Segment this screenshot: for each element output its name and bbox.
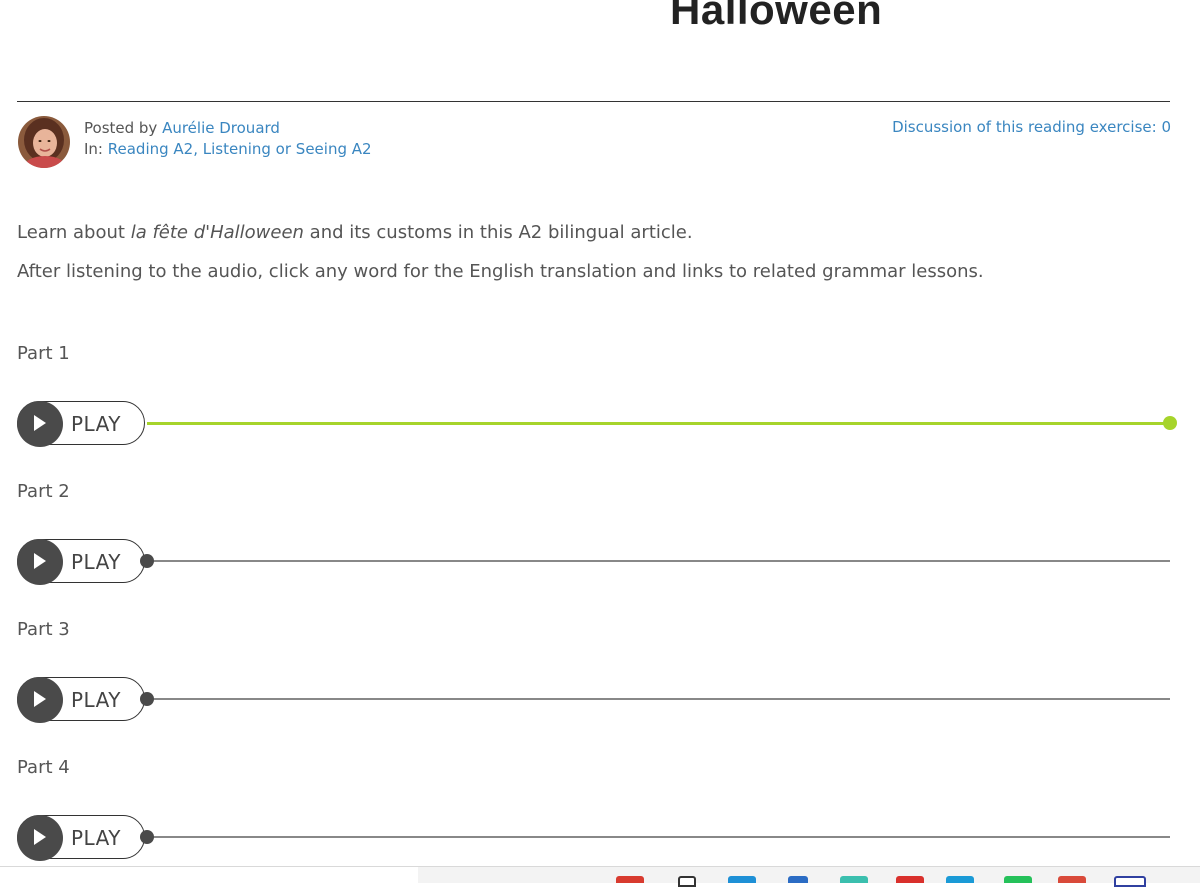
author-link[interactable]: Aurélie Drouard <box>162 119 280 137</box>
audio-player: PLAY <box>17 677 1180 725</box>
intro-italic-term: la fête d'Halloween <box>130 222 304 243</box>
progress-played <box>147 422 1170 425</box>
play-icon <box>17 677 63 723</box>
part-label: Part 1 <box>17 343 70 364</box>
play-button-label: PLAY <box>71 412 122 436</box>
play-button-label: PLAY <box>71 826 122 850</box>
title-divider <box>17 101 1170 102</box>
discussion-link[interactable]: Discussion of this reading exercise: 0 <box>892 118 1171 136</box>
intro-line-2: After listening to the audio, click any … <box>17 261 984 282</box>
categories-link[interactable]: Reading A2, Listening or Seeing A2 <box>108 140 372 158</box>
progress-handle[interactable] <box>140 554 154 568</box>
play-icon <box>17 539 63 585</box>
progress-track[interactable] <box>147 836 1170 838</box>
discussion-link-wrap: Discussion of this reading exercise: 0 <box>892 118 1171 136</box>
play-button-label: PLAY <box>71 688 122 712</box>
intro-text-before: Learn about <box>17 222 131 243</box>
in-label: In: <box>84 140 108 158</box>
intro-line-1: Learn about la fête d'Halloween and its … <box>17 213 984 252</box>
intro-text-after: and its customs in this A2 bilingual art… <box>303 222 693 243</box>
progress-handle[interactable] <box>1163 416 1177 430</box>
part-label: Part 2 <box>17 481 70 502</box>
progress-track[interactable] <box>147 698 1170 700</box>
audio-player: PLAY <box>17 401 1180 449</box>
post-meta: Posted by Aurélie Drouard In: Reading A2… <box>84 118 372 160</box>
categories-line: In: Reading A2, Listening or Seeing A2 <box>84 139 372 160</box>
play-button[interactable]: PLAY <box>17 539 145 585</box>
progress-handle[interactable] <box>140 830 154 844</box>
play-button[interactable]: PLAY <box>17 677 145 723</box>
progress-handle[interactable] <box>140 692 154 706</box>
author-avatar <box>18 116 70 168</box>
audio-player: PLAY <box>17 815 1180 863</box>
play-button-label: PLAY <box>71 550 122 574</box>
audio-player: PLAY <box>17 539 1180 587</box>
article-intro: Learn about la fête d'Halloween and its … <box>17 213 984 291</box>
taskbar-blank-area <box>0 867 418 883</box>
part-label: Part 4 <box>17 757 70 778</box>
play-button[interactable]: PLAY <box>17 401 145 447</box>
posted-by-line: Posted by Aurélie Drouard <box>84 118 372 139</box>
progress-track[interactable] <box>147 560 1170 562</box>
play-button[interactable]: PLAY <box>17 815 145 861</box>
os-taskbar <box>0 866 1200 887</box>
play-icon <box>17 401 63 447</box>
posted-by-label: Posted by <box>84 119 163 137</box>
part-label: Part 3 <box>17 619 70 640</box>
play-icon <box>17 815 63 861</box>
page-title: Halloween <box>670 0 883 33</box>
